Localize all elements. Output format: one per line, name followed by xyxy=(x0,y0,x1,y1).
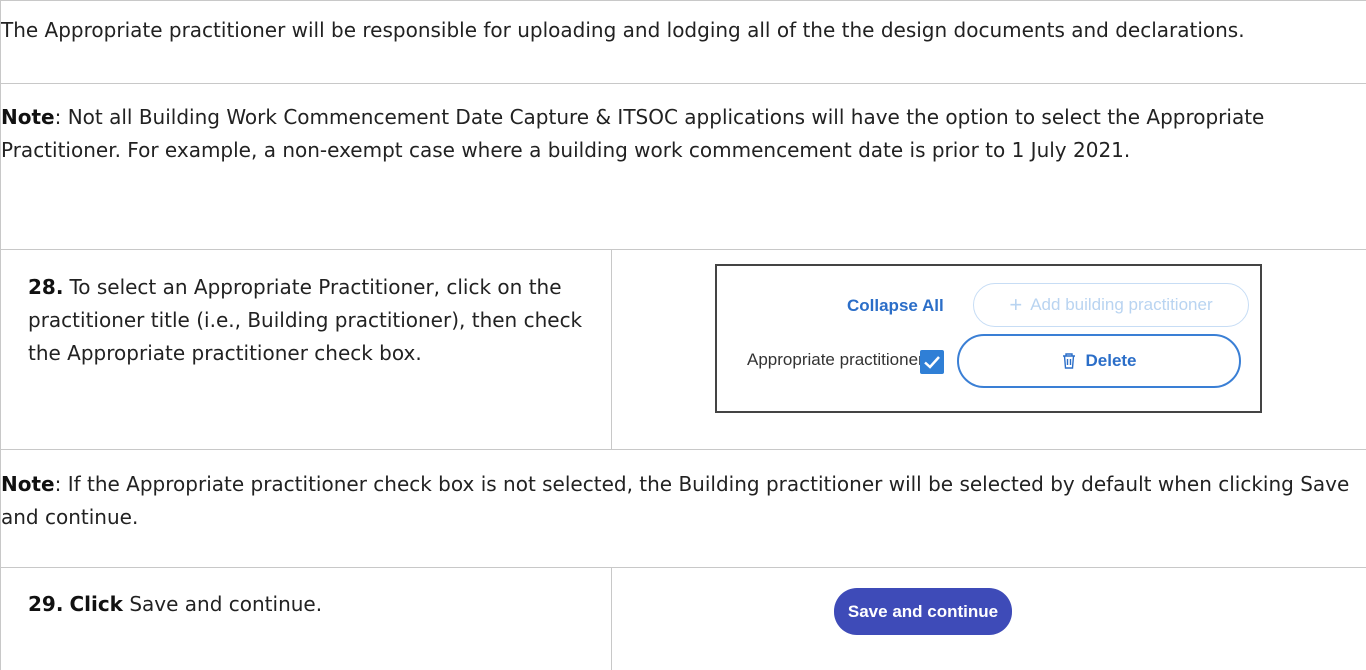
plus-icon: + xyxy=(1009,292,1023,317)
delete-label: Delete xyxy=(1085,351,1137,370)
step-row-28: 28. To select an Appropriate Practitioner… xyxy=(0,250,1366,450)
step-instruction-cell-29: 29. Click Save and continue. xyxy=(1,568,612,670)
note-paragraph-2: Note: If the Appropriate practitioner ch… xyxy=(1,450,1366,534)
delete-button[interactable]: Delete xyxy=(957,334,1241,388)
note-label-2: Note xyxy=(1,472,55,496)
step-image-cell-29: Save and continue xyxy=(612,568,1366,670)
note-row: Note: Not all Building Work Commencement… xyxy=(0,84,1366,250)
step-number-29: 29. xyxy=(28,592,64,616)
note-paragraph: Note: Not all Building Work Commencement… xyxy=(1,84,1366,167)
step-number: 28. xyxy=(28,275,64,299)
document: The Appropriate practitioner will be res… xyxy=(0,0,1366,670)
step-text-29: Save and continue. xyxy=(129,592,323,616)
intro-row: The Appropriate practitioner will be res… xyxy=(0,0,1366,84)
step-instruction-cell: 28. To select an Appropriate Practitioner… xyxy=(1,250,612,449)
note-text-2: : If the Appropriate practitioner check … xyxy=(1,472,1350,529)
add-building-practitioner-button[interactable]: + Add building practitioner xyxy=(973,283,1249,327)
step-row-29: 29. Click Save and continue. Save and con… xyxy=(0,568,1366,670)
collapse-all-link[interactable]: Collapse All xyxy=(847,296,944,316)
note-text: : Not all Building Work Commencement Dat… xyxy=(1,105,1265,162)
step-action: Click xyxy=(69,592,123,616)
note-label: Note xyxy=(1,105,55,129)
practitioner-panel-screenshot: Collapse All + Add building practitioner… xyxy=(715,264,1262,413)
appropriate-practitioner-label: Appropriate practitioner xyxy=(747,350,924,369)
checkmark-icon xyxy=(924,356,940,369)
step-text: To select an Appropriate Practitioner, c… xyxy=(28,275,583,365)
step-28-instruction: 28. To select an Appropriate Practitioner… xyxy=(28,271,588,370)
appropriate-practitioner-checkbox[interactable] xyxy=(920,350,944,374)
step-29-instruction: 29. Click Save and continue. xyxy=(28,588,322,621)
note-row-2: Note: If the Appropriate practitioner ch… xyxy=(0,450,1366,568)
add-button-label: Add building practitioner xyxy=(1030,295,1213,314)
trash-icon xyxy=(1063,353,1076,369)
step-image-cell: Collapse All + Add building practitioner… xyxy=(612,250,1366,449)
save-and-continue-button[interactable]: Save and continue xyxy=(834,588,1012,635)
intro-text: The Appropriate practitioner will be res… xyxy=(1,18,1245,42)
